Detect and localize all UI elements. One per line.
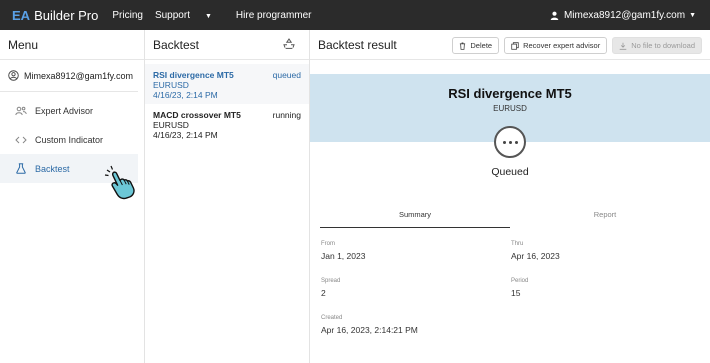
backtest-item-status: running <box>272 110 301 120</box>
backtest-item-status: queued <box>272 70 301 80</box>
field-value: 15 <box>511 288 521 298</box>
field-label: Spread <box>321 278 341 284</box>
backtest-header: Backtest <box>145 30 309 60</box>
field-value: 2 <box>321 288 326 298</box>
backtest-item-date: 4/16/23, 2:14 PM <box>153 90 218 100</box>
user-email: Mimexa8912@gam1fy.com <box>563 9 686 21</box>
field-label: From <box>321 241 335 247</box>
menu-item-label: Custom Indicator <box>35 134 104 145</box>
field-period: Period 15 <box>511 278 528 298</box>
nav-hire-programmer[interactable]: Hire programmer <box>236 10 312 21</box>
field-value: Jan 1, 2023 <box>321 251 366 261</box>
tab-summary[interactable]: Summary <box>320 210 510 228</box>
user-icon <box>550 11 559 20</box>
trash-icon <box>460 42 466 50</box>
copy-icon <box>511 41 519 50</box>
users-icon <box>14 106 28 116</box>
backtest-item-symbol: EURUSD <box>153 80 189 90</box>
backtest-item-rsi-divergence[interactable]: RSI divergence MT5 EURUSD 4/16/23, 2:14 … <box>145 64 309 104</box>
field-value: Apr 16, 2023 <box>511 251 560 261</box>
result-header: Backtest result Delete Recover expert ad… <box>310 30 710 60</box>
top-navbar: EA Builder Pro Pricing Support ▼ Hire pro… <box>0 0 710 30</box>
nav-support-label: Support <box>154 9 190 21</box>
recover-expert-advisor-button[interactable]: Recover expert advisor <box>504 37 608 54</box>
brand-name: Builder Pro <box>34 7 99 23</box>
field-label: Created <box>321 315 343 321</box>
chevron-down-icon: ▼ <box>689 11 696 19</box>
main-nav: Pricing Support ▼ Hire programmer <box>112 10 323 21</box>
brand-logo[interactable]: EA Builder Pro <box>12 8 98 23</box>
result-title: Backtest result <box>318 37 397 52</box>
user-menu[interactable]: Mimexa8912@gam1fy.com ▼ <box>550 0 696 30</box>
download-icon <box>619 42 627 50</box>
menu-item-custom-indicator[interactable]: Custom Indicator <box>0 125 138 154</box>
nav-pricing[interactable]: Pricing <box>112 10 143 21</box>
recover-label: Recover expert advisor <box>523 41 601 50</box>
result-name: RSI divergence MT5 <box>448 86 572 101</box>
delete-button[interactable]: Delete <box>452 37 500 54</box>
chevron-down-icon: ▼ <box>204 12 212 20</box>
user-circle-icon <box>8 70 19 81</box>
field-created: Created Apr 16, 2023, 2:14:21 PM <box>321 315 418 335</box>
field-label: Period <box>511 278 529 284</box>
field-thru: Thru Apr 16, 2023 <box>511 241 560 261</box>
field-label: Thru <box>511 241 524 247</box>
menu-user: Mimexa8912@gam1fy.com <box>0 60 138 92</box>
menu-title: Menu <box>0 30 144 60</box>
backtest-panel: Backtest RSI divergence MT5 EURUSD 4/16/… <box>145 30 310 363</box>
tab-report[interactable]: Report <box>510 210 700 228</box>
result-actions: Delete Recover expert advisor No file to… <box>447 37 702 54</box>
backtest-item-date: 4/16/23, 2:14 PM <box>153 130 218 140</box>
download-button[interactable]: No file to download <box>612 37 702 54</box>
result-tabs: Summary Report <box>320 210 700 228</box>
result-symbol: EURUSD <box>493 104 527 113</box>
menu-item-expert-advisor[interactable]: Expert Advisor <box>0 96 138 125</box>
result-state: Queued <box>491 166 529 178</box>
backtest-item-macd-crossover[interactable]: MACD crossover MT5 EURUSD 4/16/23, 2:14 … <box>145 104 309 144</box>
hand-pointer-icon <box>104 165 135 200</box>
delete-label: Delete <box>470 41 493 50</box>
backtest-title: Backtest <box>153 37 200 52</box>
brand-prefix: EA <box>12 7 31 23</box>
download-label: No file to download <box>631 41 695 50</box>
field-spread: Spread 2 <box>321 278 340 298</box>
recycle-icon[interactable] <box>283 38 295 53</box>
menu-user-email: Mimexa8912@gam1fy.com <box>24 70 134 81</box>
menu-item-label: Backtest <box>35 163 70 174</box>
flask-icon <box>14 163 28 174</box>
code-icon <box>14 136 28 144</box>
nav-support[interactable]: Support ▼ <box>155 10 224 21</box>
menu-item-label: Expert Advisor <box>35 105 94 116</box>
field-from: From Jan 1, 2023 <box>321 241 365 261</box>
chat-bubble-icon <box>494 126 526 158</box>
result-panel: Backtest result Delete Recover expert ad… <box>310 30 710 363</box>
backtest-item-symbol: EURUSD <box>153 120 189 130</box>
field-value: Apr 16, 2023, 2:14:21 PM <box>321 325 418 335</box>
